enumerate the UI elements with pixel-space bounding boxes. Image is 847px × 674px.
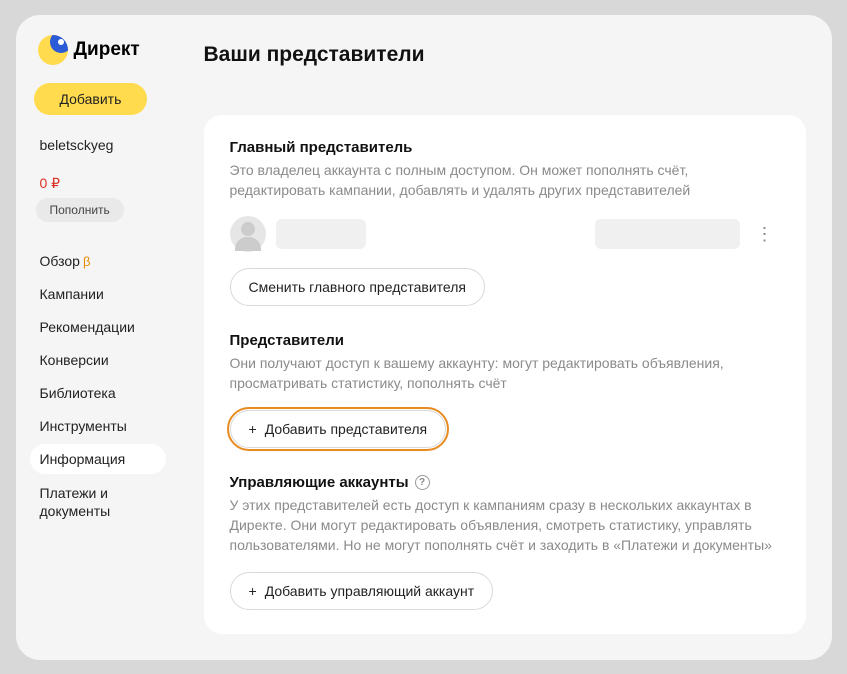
nav-payments[interactable]: Платежи и документы (30, 477, 166, 527)
sidebar-nav: Обзорβ Кампании Рекомендации Конверсии Б… (30, 246, 166, 527)
avatar-icon (230, 216, 266, 252)
change-main-rep-button[interactable]: Сменить главного представителя (230, 268, 486, 306)
main-rep-title: Главный представитель (230, 139, 780, 156)
topup-button[interactable]: Пополнить (36, 198, 124, 222)
nav-overview-label: Обзор (40, 253, 80, 269)
app-window: Директ Добавить beletsckyeg 0 ₽ Пополнит… (16, 15, 832, 660)
add-button[interactable]: Добавить (34, 83, 148, 115)
nav-info[interactable]: Информация (30, 444, 166, 474)
reps-desc: Они получают доступ к вашему аккаунту: м… (230, 353, 780, 394)
beta-badge: β (83, 254, 90, 269)
main-rep-desc: Это владелец аккаунта с полным доступом.… (230, 160, 780, 201)
help-icon[interactable]: ? (415, 475, 430, 490)
add-rep-button[interactable]: + Добавить представителя (230, 410, 447, 448)
managing-accounts-section: Управляющие аккаунты ? У этих представит… (230, 474, 780, 610)
main-rep-row: ⋮ (230, 216, 780, 252)
brand-name: Директ (74, 39, 140, 61)
username-label: beletsckyeg (30, 137, 166, 153)
nav-library[interactable]: Библиотека (30, 378, 166, 408)
nav-conversions[interactable]: Конверсии (30, 345, 166, 375)
add-rep-button-label: Добавить представителя (265, 421, 427, 437)
add-mgr-button-label: Добавить управляющий аккаунт (265, 583, 474, 599)
page-title: Ваши представители (204, 43, 806, 67)
nav-tools[interactable]: Инструменты (30, 411, 166, 441)
logo-icon (38, 35, 68, 65)
plus-icon: + (249, 583, 257, 599)
main-rep-email-placeholder (595, 219, 740, 249)
mgr-desc: У этих представителей есть доступ к камп… (230, 495, 780, 556)
sidebar: Директ Добавить beletsckyeg 0 ₽ Пополнит… (16, 15, 174, 660)
reps-section: Представители Они получают доступ к ваше… (230, 332, 780, 448)
nav-campaigns[interactable]: Кампании (30, 279, 166, 309)
add-mgr-account-button[interactable]: + Добавить управляющий аккаунт (230, 572, 494, 610)
nav-overview[interactable]: Обзорβ (30, 246, 166, 276)
nav-recommendations[interactable]: Рекомендации (30, 312, 166, 342)
mgr-title: Управляющие аккаунты (230, 474, 409, 491)
plus-icon: + (249, 421, 257, 437)
more-menu-icon[interactable]: ⋮ (750, 225, 780, 243)
main-content: Ваши представители Главный представитель… (174, 15, 832, 660)
reps-title: Представители (230, 332, 780, 349)
main-rep-name-placeholder (276, 219, 366, 249)
brand-logo: Директ (30, 35, 166, 65)
balance-label: 0 ₽ (30, 175, 166, 192)
representatives-card: Главный представитель Это владелец аккау… (204, 115, 806, 634)
main-rep-section: Главный представитель Это владелец аккау… (230, 139, 780, 307)
